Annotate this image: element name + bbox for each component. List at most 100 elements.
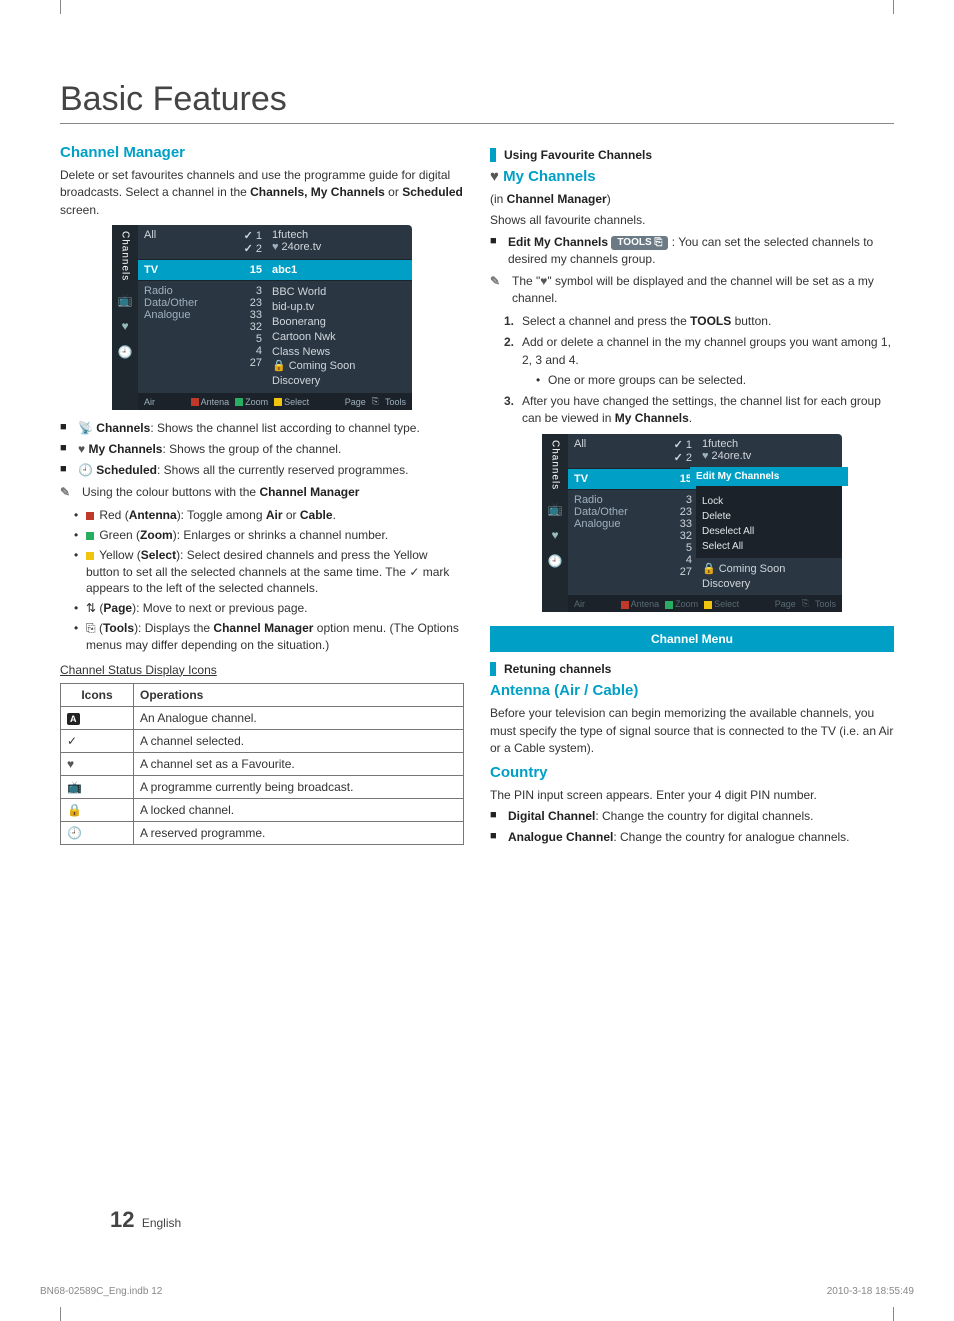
bullet-scheduled: 🕘 Scheduled: Shows all the currently res… (60, 462, 464, 479)
tv1-fav1-name: 1futech (272, 229, 308, 241)
section-bar-icon (490, 662, 496, 676)
op-4: A locked channel. (134, 799, 464, 822)
reserved-icon: 🕘 (61, 822, 134, 845)
d-red: Red (Antenna): Toggle among Air or Cable… (60, 507, 464, 524)
tv1-list: Radio Data/Other Analogue 3 23 33 32 5 4… (138, 280, 412, 393)
tv2-c2: 3 23 33 32 5 4 27 (652, 490, 696, 596)
tv-icon: 📺 (118, 293, 133, 307)
heart-icon: ♥ (551, 528, 558, 542)
edit-my-channels: Edit My Channels TOOLS ⎘ : You can set t… (490, 234, 894, 268)
bullet-mychannels: ♥ My Channels: Shows the group of the ch… (60, 441, 464, 458)
tools-badge-icon: TOOLS ⎘ (611, 236, 668, 250)
tools-icon: ⎘ (372, 396, 379, 407)
bullet-channels: 📡 Channels: Shows the channel list accor… (60, 420, 464, 437)
b3a: Scheduled (96, 463, 157, 477)
b1a: Channels (96, 421, 150, 435)
intro-text: Delete or set favourites channels and us… (60, 167, 464, 219)
tv2-last: Discovery (702, 577, 836, 592)
page-title: Basic Features (60, 80, 894, 124)
tv1-footer: Air Antena Zoom Select Page ⎘ Tools (138, 393, 412, 410)
tv1-c1: Radio Data/Other Analogue (138, 281, 222, 393)
tv1-fA: Antena (201, 397, 230, 407)
tv1-c3-1: bid-up.tv (272, 300, 406, 315)
tv1-page: Page (345, 397, 366, 407)
tv2-highlight-row: TV 15 Edit My Channels (568, 469, 842, 489)
crop-mark-top (60, 0, 894, 14)
yellow-square-icon (274, 398, 282, 406)
antenna-text: Before your television can begin memoriz… (490, 705, 894, 757)
tv1-c2-6: 27 (226, 357, 262, 369)
tv2-footer: Air Antena Zoom Select Page ⎘ Tools (568, 595, 842, 612)
tv1-fB: Zoom (245, 397, 268, 407)
menu-lock: Lock (702, 494, 836, 509)
tv1-air: Air (144, 397, 155, 407)
tv1-c3-6: Discovery (272, 374, 406, 389)
icons-table: Icons Operations AAn Analogue channel. ✓… (60, 683, 464, 845)
heart-icon: ♥ (121, 319, 128, 333)
tv2-pane: All ✓ 1 ✓ 2 1futech ♥24ore.tv TV 15 (568, 434, 842, 613)
tv1-c2: 3 23 33 32 5 4 27 (222, 281, 266, 393)
pin-text: The PIN input screen appears. Enter your… (490, 787, 894, 804)
tv1-c2-2: 33 (226, 309, 262, 321)
op-0: An Analogue channel. (134, 707, 464, 730)
tv1-c2-4: 5 (226, 333, 262, 345)
green-square-icon (86, 532, 94, 540)
th-operations: Operations (134, 684, 464, 707)
page-no: 12 (110, 1207, 134, 1232)
table-header: Icons Operations (61, 684, 464, 707)
intro-d: Scheduled (402, 185, 463, 199)
tv1-sidebar: Channels 📺 ♥ 🕘 (112, 225, 138, 410)
heading-channel-manager: Channel Manager (60, 144, 464, 161)
country-bullets: Digital Channel: Change the country for … (490, 808, 894, 846)
note1a: Using the colour buttons with the (82, 485, 259, 499)
b2b: : Shows the group of the channel. (162, 442, 341, 456)
right-column: Using Favourite Channels ♥ My Channels (… (490, 138, 894, 850)
tv1-fav1-no: 1 (256, 230, 262, 242)
red-square-icon (621, 601, 629, 609)
red-square-icon (86, 512, 94, 520)
sec1: Using Favourite Channels (504, 148, 652, 162)
intro-b: Channels, My Channels (250, 185, 385, 199)
yellow-square-icon (86, 552, 94, 560)
tv2-sidebar: Channels 📺 ♥ 🕘 (542, 434, 568, 613)
menu-deselect-all: Deselect All (702, 524, 836, 539)
tv1-c1-1: Data/Other (144, 297, 216, 309)
broadcast-icon: 📺 (61, 776, 134, 799)
tv1-pane: All ✓ 1 ✓ 2 1futech ♥24ore.tv TV 1 5 (138, 225, 412, 410)
tv1-fC: Select (284, 397, 309, 407)
tv1-fav2-name: 24ore.tv (282, 241, 322, 253)
table-row: ♥A channel set as a Favourite. (61, 753, 464, 776)
table-row: AAn Analogue channel. (61, 707, 464, 730)
d-tools: ⎘ (Tools): Displays the Channel Manager … (60, 620, 464, 654)
intro-c: or (388, 185, 402, 199)
tv-icon: 📺 (548, 502, 563, 516)
tv1-c1-2: Analogue (144, 309, 216, 321)
tv2-fav-names: 1futech ♥24ore.tv (696, 434, 842, 468)
lock-icon: 🔒 (272, 360, 286, 372)
analogue-icon: A (61, 707, 134, 730)
green-square-icon (665, 601, 673, 609)
tv1-hl-label: TV (138, 260, 222, 280)
band-channel-menu: Channel Menu (490, 626, 894, 652)
table-row: ✓A channel selected. (61, 730, 464, 753)
yellow-square-icon (704, 601, 712, 609)
colour-button-list: Red (Antenna): Toggle among Air or Cable… (60, 507, 464, 653)
check-icon: ✓ (61, 730, 134, 753)
heart-icon: ♥ (78, 442, 85, 456)
tv1-c3-2: Boonerang (272, 315, 406, 330)
th-icons: Icons (61, 684, 134, 707)
tv1-hl-name: abc1 (266, 260, 412, 280)
tv1-tools: Tools (385, 397, 406, 407)
tv2-list: Radio Data/Other Analogue 3 23 33 32 5 4… (568, 489, 842, 596)
table-row: 🕘A reserved programme. (61, 822, 464, 845)
heading-country: Country (490, 764, 894, 781)
two-column-layout: Channel Manager Delete or set favourites… (60, 138, 894, 850)
tv2-side-label: Channels (550, 440, 561, 490)
page-number: 12 English (110, 1207, 181, 1233)
lock-icon: 🔒 (61, 799, 134, 822)
tv2-c3: Lock Delete Deselect All Select All 🔒Com… (696, 490, 842, 596)
menu-select-all: Select All (702, 539, 836, 554)
tv1-header: All ✓ 1 ✓ 2 1futech ♥24ore.tv (138, 225, 412, 260)
b3b: : Shows all the currently reserved progr… (157, 463, 408, 477)
step-2-sub: One or more groups can be selected. (522, 372, 894, 389)
